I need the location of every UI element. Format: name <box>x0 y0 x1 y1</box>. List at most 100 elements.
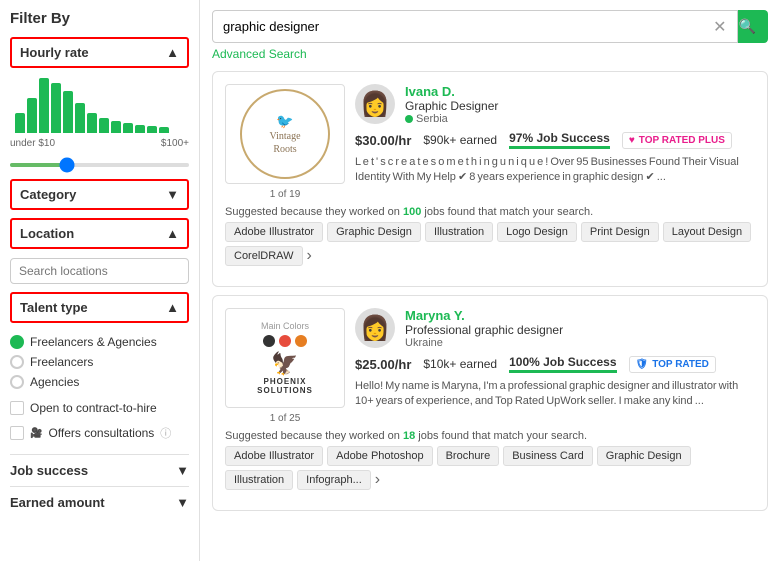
search-clear-button[interactable]: ✕ <box>713 17 726 37</box>
talent-option-3[interactable]: Agencies <box>10 372 189 392</box>
job-success-1: 97% Job Success <box>509 131 610 149</box>
tag-infograph-2[interactable]: Infograph... <box>297 470 371 490</box>
category-chevron-icon: ▼ <box>166 187 179 202</box>
talent-type-chevron-icon: ▲ <box>166 300 179 315</box>
job-success-label: Job success <box>10 463 88 478</box>
tag-brochure-2[interactable]: Brochure <box>437 446 500 466</box>
hourly-rate-chevron-icon: ▲ <box>166 45 179 60</box>
histogram-labels: under $10 $100+ <box>10 138 189 149</box>
description-2: Hello! My name is Maryna, I'm a professi… <box>355 379 755 410</box>
bar <box>111 121 121 133</box>
category-label: Category <box>20 187 76 202</box>
tags-more-1[interactable]: › <box>307 247 312 265</box>
online-dot-1 <box>405 115 413 123</box>
hist-min-label: under $10 <box>10 138 55 149</box>
job-success-filter[interactable]: Job success ▼ <box>10 454 189 486</box>
tag-adobe-illustrator-2[interactable]: Adobe Illustrator <box>225 446 323 466</box>
bar <box>159 127 169 133</box>
color-dots <box>263 335 307 347</box>
earned-amount-filter[interactable]: Earned amount ▼ <box>10 486 189 518</box>
bar <box>99 118 109 133</box>
tag-graphic-design-2[interactable]: Graphic Design <box>597 446 691 466</box>
bar <box>39 78 49 133</box>
color-dot-red <box>279 335 291 347</box>
card-logo-1: 🐦 VintageRoots 1 of 19 <box>225 84 345 200</box>
tag-adobe-illustrator-1[interactable]: Adobe Illustrator <box>225 222 323 242</box>
freelancer-details-2: Maryna Y. Professional graphic designer … <box>405 308 563 349</box>
freelancer-name-2[interactable]: Maryna Y. <box>405 308 563 323</box>
avatar-placeholder-2: 👩 <box>360 314 390 343</box>
tags-1: Adobe Illustrator Graphic Design Illustr… <box>225 222 755 266</box>
talent-option-2[interactable]: Freelancers <box>10 352 189 372</box>
location-filter[interactable]: Location ▲ <box>10 218 189 249</box>
contract-label: Open to contract-to-hire <box>30 401 157 415</box>
talent-option-1[interactable]: Freelancers & Agencies <box>10 332 189 352</box>
logo-text-1: VintageRoots <box>269 130 300 156</box>
search-input[interactable] <box>212 10 738 43</box>
color-dot-black <box>263 335 275 347</box>
avatar-1: 👩 <box>355 84 395 124</box>
earned-amount-label: Earned amount <box>10 495 105 510</box>
consultations-checkbox[interactable] <box>10 426 24 440</box>
bar <box>87 113 97 133</box>
logo-bird-icon: 🐦 <box>276 113 293 130</box>
hourly-rate-label: Hourly rate <box>20 45 89 60</box>
help-icon: ⓘ <box>160 425 171 441</box>
badge-1: ♥ TOP RATED PLUS <box>622 132 732 149</box>
heart-icon: ♥ <box>629 135 635 146</box>
tag-coreldraw-1[interactable]: CorelDRAW <box>225 246 303 266</box>
tag-business-card-2[interactable]: Business Card <box>503 446 593 466</box>
phoenix-text: PHOENIXSOLUTIONS <box>257 377 313 395</box>
freelancer-title-1: Graphic Designer <box>405 99 498 113</box>
location-chevron-icon: ▲ <box>166 226 179 241</box>
talent-type-label: Talent type <box>20 300 88 315</box>
main-colors-label: Main Colors <box>261 321 309 331</box>
category-filter[interactable]: Category ▼ <box>10 179 189 210</box>
tag-adobe-photoshop-2[interactable]: Adobe Photoshop <box>327 446 432 466</box>
histogram <box>10 73 189 133</box>
hourly-rate-filter[interactable]: Hourly rate ▲ <box>10 37 189 68</box>
rate-1: $30.00/hr <box>355 133 411 148</box>
talent-type-section: Talent type ▲ Freelancers & Agencies Fre… <box>10 292 189 446</box>
tag-illustration-1[interactable]: Illustration <box>425 222 493 242</box>
card-logo-2: Main Colors 🦅 PHOENIXSOLUTIONS 1 of 25 <box>225 308 345 424</box>
freelancer-name-1[interactable]: Ivana D. <box>405 84 498 99</box>
camera-icon: 🎥 <box>30 428 42 439</box>
advanced-search-link[interactable]: Advanced Search <box>212 47 768 61</box>
radio-freelancers[interactable] <box>10 355 24 369</box>
location-search-input[interactable] <box>10 258 189 284</box>
badge-label-2: TOP RATED <box>652 359 709 370</box>
tag-logo-design-1[interactable]: Logo Design <box>497 222 577 242</box>
consultations-checkbox-row: 🎥 Offers consultations ⓘ <box>10 420 189 446</box>
card-counter-1: 1 of 19 <box>270 189 301 200</box>
talent-type-filter[interactable]: Talent type ▲ <box>10 292 189 323</box>
description-1: L e t ' s c r e a t e s o m e t h i n g … <box>355 155 755 186</box>
tag-illustration-2[interactable]: Illustration <box>225 470 293 490</box>
tag-print-design-1[interactable]: Print Design <box>581 222 659 242</box>
tags-2: Adobe Illustrator Adobe Photoshop Brochu… <box>225 446 755 490</box>
bar <box>63 91 73 133</box>
stats-row-2: $25.00/hr $10k+ earned 100% Job Success … <box>355 355 755 373</box>
phoenix-bird-icon: 🦅 <box>271 351 298 377</box>
bar <box>15 113 25 133</box>
hourly-rate-chart: under $10 $100+ <box>10 73 189 171</box>
tag-graphic-design-1[interactable]: Graphic Design <box>327 222 421 242</box>
earned-1: $90k+ earned <box>423 133 497 147</box>
phoenix-logo: Main Colors 🦅 PHOENIXSOLUTIONS <box>225 308 345 408</box>
category-section: Category ▼ <box>10 179 189 210</box>
shield-icon: 🛡 <box>636 359 649 370</box>
earned-2: $10k+ earned <box>423 357 497 371</box>
bar <box>147 126 157 133</box>
rate-2: $25.00/hr <box>355 357 411 372</box>
stats-row-1: $30.00/hr $90k+ earned 97% Job Success ♥… <box>355 131 755 149</box>
location-label: Location <box>20 226 74 241</box>
logo-circle: 🐦 VintageRoots <box>240 89 330 179</box>
freelancer-details-1: Ivana D. Graphic Designer Serbia <box>405 84 498 125</box>
contract-checkbox[interactable] <box>10 401 24 415</box>
radio-agencies[interactable] <box>10 375 24 389</box>
tags-more-2[interactable]: › <box>375 471 380 489</box>
radio-freelancers-agencies[interactable] <box>10 335 24 349</box>
hourly-rate-slider[interactable] <box>10 163 189 167</box>
tag-layout-design-1[interactable]: Layout Design <box>663 222 751 242</box>
avatar-2: 👩 <box>355 308 395 348</box>
